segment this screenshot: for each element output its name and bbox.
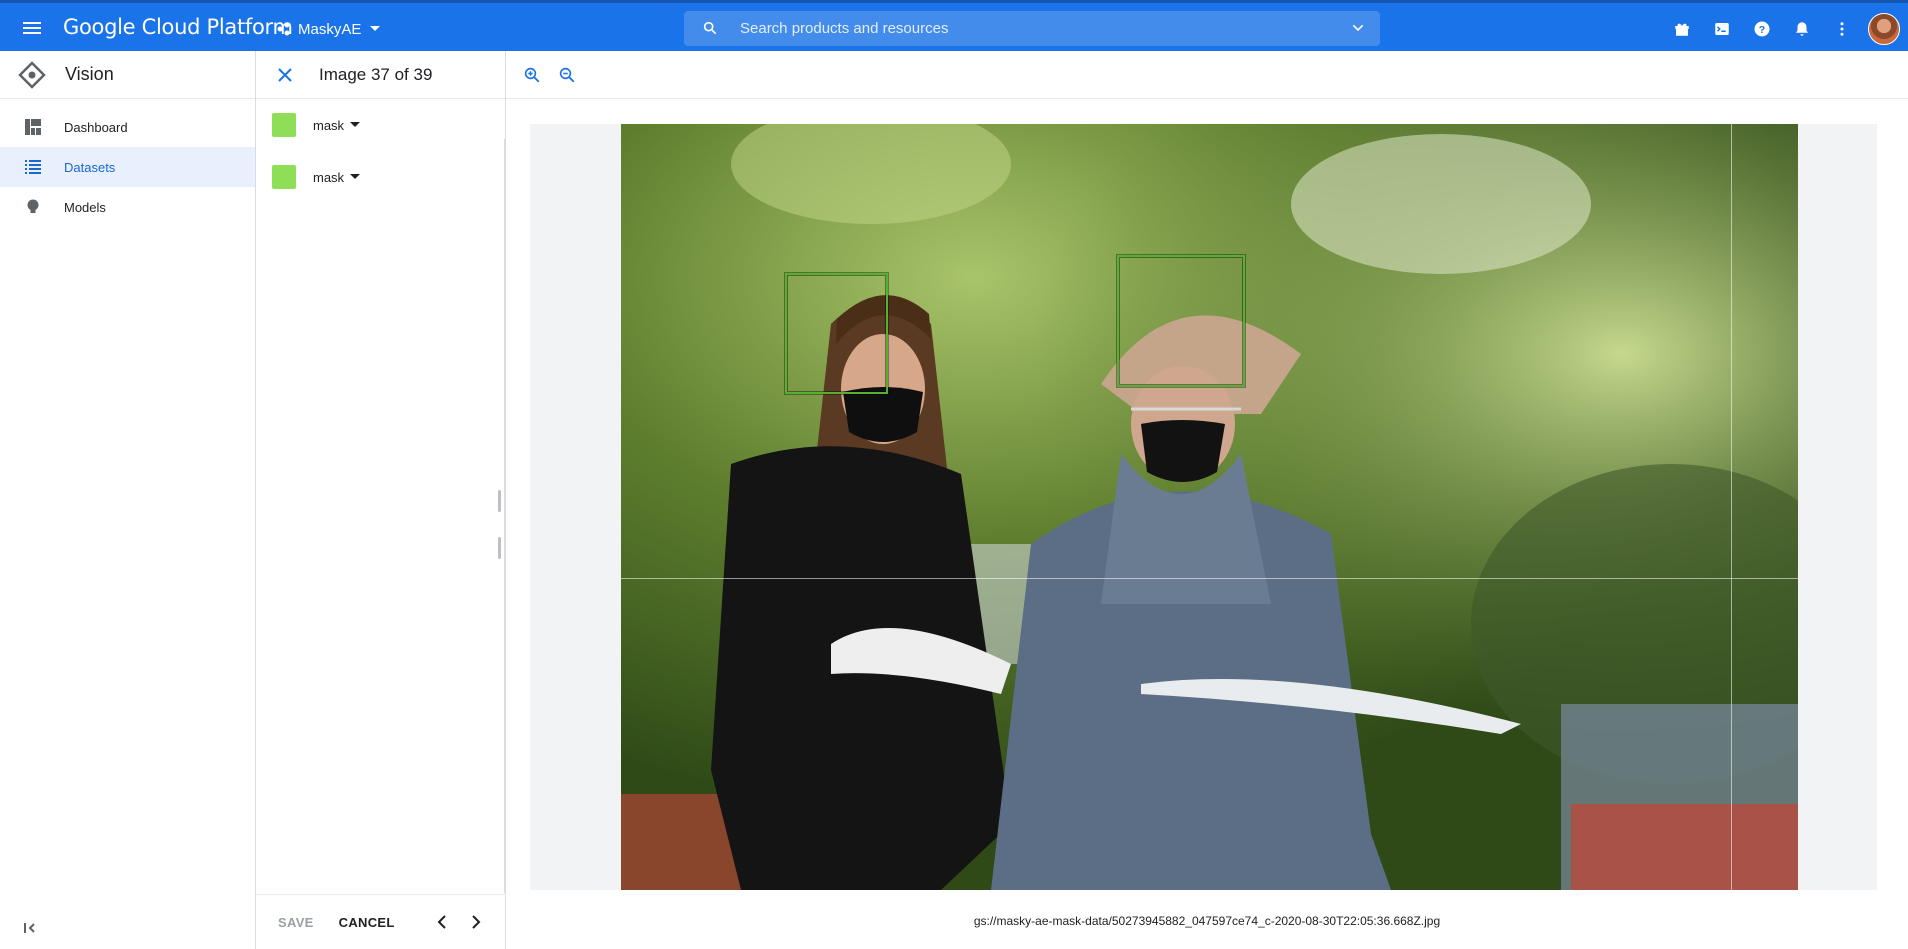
help-icon[interactable]: ? [1742, 9, 1782, 49]
search-input[interactable] [740, 11, 1320, 46]
label-select[interactable]: mask [313, 117, 361, 133]
panel-scroll-track [504, 139, 505, 893]
crosshair-vertical [1731, 124, 1732, 890]
panel-resize-handle[interactable] [498, 490, 501, 512]
image-file-path: gs://masky-ae-mask-data/50273945882_0475… [973, 914, 1441, 928]
cancel-button[interactable]: CANCEL [339, 915, 395, 930]
collapse-sidebar-icon[interactable] [22, 919, 40, 937]
zoom-in-icon [524, 67, 540, 82]
dropdown-arrow-icon [350, 174, 361, 179]
project-selector[interactable]: MaskyAE [276, 15, 387, 43]
zoom-in-button[interactable] [518, 61, 546, 89]
photo-two-people-masks [621, 124, 1798, 890]
label-panel-footer: SAVE CANCEL [256, 894, 506, 949]
lightbulb-icon [21, 199, 45, 215]
sidebar-item-dashboard[interactable]: Dashboard [0, 107, 255, 147]
product-title: Vision [65, 64, 114, 84]
zoom-out-icon [559, 67, 575, 82]
product-header: Vision [0, 51, 255, 99]
project-name: MaskyAE [298, 20, 362, 38]
dataset-image[interactable] [621, 124, 1798, 890]
close-icon[interactable] [273, 63, 297, 87]
sidebar-item-label: Models [64, 199, 106, 215]
label-name: mask [313, 169, 345, 185]
left-navigation: Vision Dashboard Datasets Models [0, 51, 256, 949]
brand-title[interactable]: Google Cloud Platform [63, 15, 293, 39]
top-app-bar: Google Cloud Platform MaskyAE ? [0, 0, 1908, 51]
terminal-icon[interactable] [1702, 9, 1742, 49]
image-counter-title: Image 37 of 39 [319, 64, 433, 84]
label-panel-header: Image 37 of 39 [256, 51, 505, 99]
next-image-button[interactable] [461, 907, 491, 937]
search-bar[interactable] [684, 11, 1380, 46]
label-select[interactable]: mask [313, 169, 361, 185]
svg-text:?: ? [1759, 23, 1765, 35]
label-panel: Image 37 of 39 mask mask SAVE CANCEL [256, 51, 506, 949]
sidebar-item-datasets[interactable]: Datasets [0, 147, 255, 187]
annotation-canvas[interactable] [530, 124, 1877, 890]
sidebar-item-label: Dashboard [64, 119, 128, 135]
gift-icon[interactable] [1662, 9, 1702, 49]
previous-image-button[interactable] [427, 907, 457, 937]
zoom-out-button[interactable] [553, 61, 581, 89]
label-color-swatch [272, 113, 296, 137]
account-avatar[interactable] [1868, 12, 1900, 45]
bounding-box-mask-2[interactable] [1117, 255, 1245, 387]
chevron-down-icon [370, 26, 381, 31]
label-row[interactable]: mask [256, 151, 505, 203]
label-row[interactable]: mask [256, 99, 505, 151]
dashboard-icon [21, 119, 45, 135]
image-viewer: gs://masky-ae-mask-data/50273945882_0475… [506, 51, 1908, 949]
list-icon [21, 160, 45, 174]
project-icon [277, 22, 290, 36]
search-icon [703, 21, 717, 35]
viewer-toolbar [506, 51, 1908, 99]
sidebar-item-models[interactable]: Models [0, 187, 255, 227]
chevron-right-icon [471, 915, 481, 929]
dropdown-arrow-icon [350, 122, 361, 127]
chevron-left-icon [437, 915, 446, 929]
top-actions: ? [1662, 3, 1908, 54]
notifications-icon[interactable] [1782, 9, 1822, 49]
chevron-down-icon[interactable] [1350, 20, 1366, 36]
sidebar-item-label: Datasets [64, 159, 116, 175]
bounding-box-mask-1[interactable] [785, 273, 888, 394]
vision-logo-icon [18, 60, 46, 89]
label-color-swatch [272, 165, 296, 189]
label-name: mask [313, 117, 345, 133]
scrollbar-thumb[interactable] [498, 537, 501, 559]
crosshair-horizontal [621, 578, 1798, 579]
hamburger-menu-icon[interactable] [20, 16, 44, 40]
save-button[interactable]: SAVE [278, 915, 314, 930]
more-vert-icon[interactable] [1822, 9, 1862, 49]
